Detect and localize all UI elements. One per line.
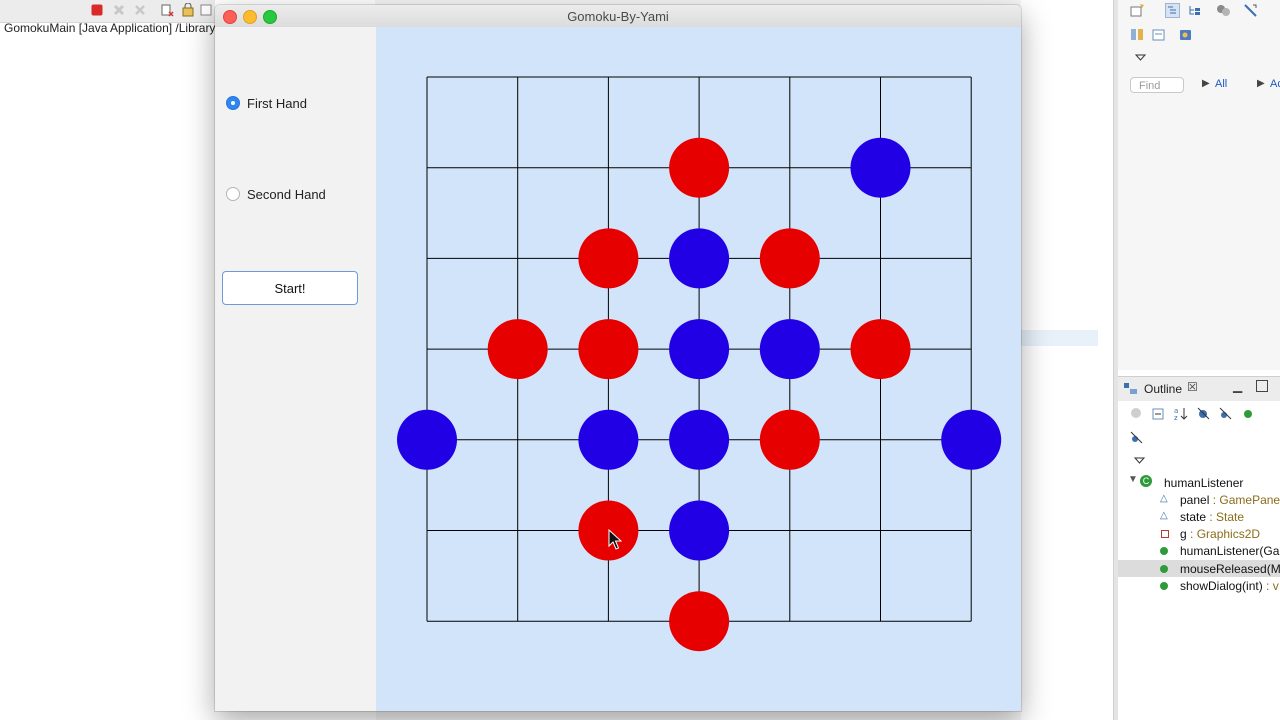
protected-field-icon: △ (1160, 493, 1168, 504)
hide-fields-icon[interactable] (1196, 406, 1211, 421)
start-button[interactable]: Start! (222, 271, 358, 305)
public-method-icon (1160, 582, 1168, 590)
sync-icon[interactable] (1130, 27, 1145, 42)
outline-item-label: showDialog(int) (1180, 579, 1263, 593)
red-stone (759, 228, 820, 289)
focus-icon[interactable] (1152, 27, 1167, 42)
outline-item-type: : State (1209, 510, 1245, 524)
outline-close-icon[interactable]: ☒ (1187, 380, 1198, 394)
gomoku-window: Gomoku-By-Yami First Hand Second Hand St… (215, 5, 1021, 711)
sort-icon[interactable]: az (1173, 406, 1188, 421)
outline-item-label: panel (1180, 493, 1210, 507)
terminate-icon[interactable] (90, 3, 104, 17)
blue-stone (850, 137, 911, 198)
hierarchy-icon[interactable] (1187, 3, 1202, 18)
code-editor-right (1021, 0, 1113, 720)
outline-item-constructor[interactable]: humanListener(Gar (1118, 542, 1280, 559)
svg-text:z: z (1174, 414, 1178, 421)
window-title: Gomoku-By-Yami (567, 9, 669, 24)
task-list-view: Find ▶ All ▶ Act (1118, 0, 1280, 370)
outline-item-type: : Graphics2D (1190, 527, 1261, 541)
filter-act-link[interactable]: Act (1270, 78, 1280, 90)
right-view-panel: Find ▶ All ▶ Act Outline ☒ ▁ az ▼ C huma… (1118, 0, 1280, 720)
outline-item-label: g (1180, 527, 1187, 541)
pin-console-icon[interactable] (199, 3, 213, 17)
hide-local-types-icon[interactable] (1129, 430, 1144, 445)
outline-item-type: : v (1266, 579, 1279, 593)
hide-static-icon[interactable] (1218, 406, 1233, 421)
class-icon: C (1140, 475, 1152, 487)
private-field-icon (1161, 530, 1169, 538)
outline-title: Outline (1144, 382, 1183, 396)
control-panel: First Hand Second Hand Start! (215, 27, 376, 711)
red-stone (578, 228, 639, 289)
outline-item-type: : GamePanel (1212, 493, 1280, 507)
outline-item-class[interactable]: ▼ C humanListener (1118, 474, 1280, 491)
group-icon[interactable] (1216, 3, 1231, 18)
red-stone (487, 319, 548, 380)
outline-item-field[interactable]: △ state : State (1118, 508, 1280, 525)
second-hand-label[interactable]: Second Hand (247, 187, 326, 202)
blue-stone (669, 228, 730, 289)
outline-item-label: state (1180, 510, 1207, 524)
ide-toolbar (0, 0, 215, 23)
remove-launch-icon[interactable] (112, 3, 126, 17)
first-hand-radio[interactable] (226, 96, 240, 110)
public-method-icon (1160, 565, 1168, 573)
outline-item-label: humanListener(Gar (1180, 544, 1280, 558)
console-launch-label: GomokuMain [Java Application] /Library (4, 21, 215, 35)
constructor-icon (1160, 547, 1168, 555)
code-current-line (1021, 330, 1098, 346)
mouse-cursor-icon (608, 529, 622, 550)
outline-item-field[interactable]: g : Graphics2D (1118, 525, 1280, 542)
second-hand-option[interactable]: Second Hand (226, 185, 326, 203)
outline-collapse-icon[interactable] (1151, 406, 1166, 421)
collapse-all-icon[interactable] (1243, 3, 1258, 18)
outline-icon (1124, 383, 1137, 394)
task-find-input[interactable]: Find (1130, 77, 1184, 93)
first-hand-option[interactable]: First Hand (226, 94, 307, 112)
outline-item-method[interactable]: showDialog(int) : v (1118, 577, 1280, 594)
outline-item-label: humanListener (1164, 476, 1244, 490)
red-stone (759, 409, 820, 470)
protected-field-icon: △ (1160, 510, 1168, 521)
blue-stone (669, 500, 730, 561)
remove-all-icon[interactable] (133, 3, 147, 17)
clear-console-icon[interactable] (160, 3, 174, 17)
outline-menu-icon[interactable] (1132, 453, 1147, 468)
filter-act-arrow-icon: ▶ (1257, 78, 1265, 89)
blue-stone (397, 409, 457, 470)
blue-stone (669, 319, 730, 380)
red-stone (578, 319, 639, 380)
red-stone (850, 319, 911, 380)
window-titlebar[interactable]: Gomoku-By-Yami (215, 5, 1021, 28)
first-hand-label[interactable]: First Hand (247, 96, 307, 111)
blue-stone (941, 409, 1002, 470)
hide-nonpublic-icon[interactable] (1241, 406, 1256, 421)
new-task-icon[interactable] (1130, 3, 1145, 18)
view-menu-icon[interactable] (1133, 50, 1148, 65)
red-stone (669, 591, 730, 652)
game-board-area (376, 27, 1021, 711)
connect-icon[interactable] (1178, 27, 1193, 42)
minimize-view-icon[interactable]: ▁ (1233, 379, 1242, 393)
outline-focus-icon[interactable] (1129, 406, 1144, 421)
scroll-lock-icon[interactable] (181, 3, 195, 17)
outline-item-label: mouseReleased(Ml (1180, 562, 1280, 576)
filter-all-arrow-icon: ▶ (1202, 78, 1210, 89)
outline-view-tab[interactable]: Outline ☒ ▁ (1118, 376, 1280, 401)
blue-stone (578, 409, 639, 470)
categorize-icon[interactable] (1165, 3, 1180, 18)
filter-all-link[interactable]: All (1215, 78, 1227, 90)
expand-chevron-icon[interactable]: ▼ (1128, 474, 1138, 485)
outline-item-field[interactable]: △ panel : GamePanel (1118, 491, 1280, 508)
second-hand-radio[interactable] (226, 187, 240, 201)
red-stone (669, 137, 730, 198)
game-board[interactable] (376, 27, 1021, 711)
maximize-view-icon[interactable] (1256, 380, 1268, 392)
blue-stone (759, 319, 820, 380)
blue-stone (669, 409, 730, 470)
outline-item-method[interactable]: mouseReleased(Ml (1118, 560, 1280, 577)
